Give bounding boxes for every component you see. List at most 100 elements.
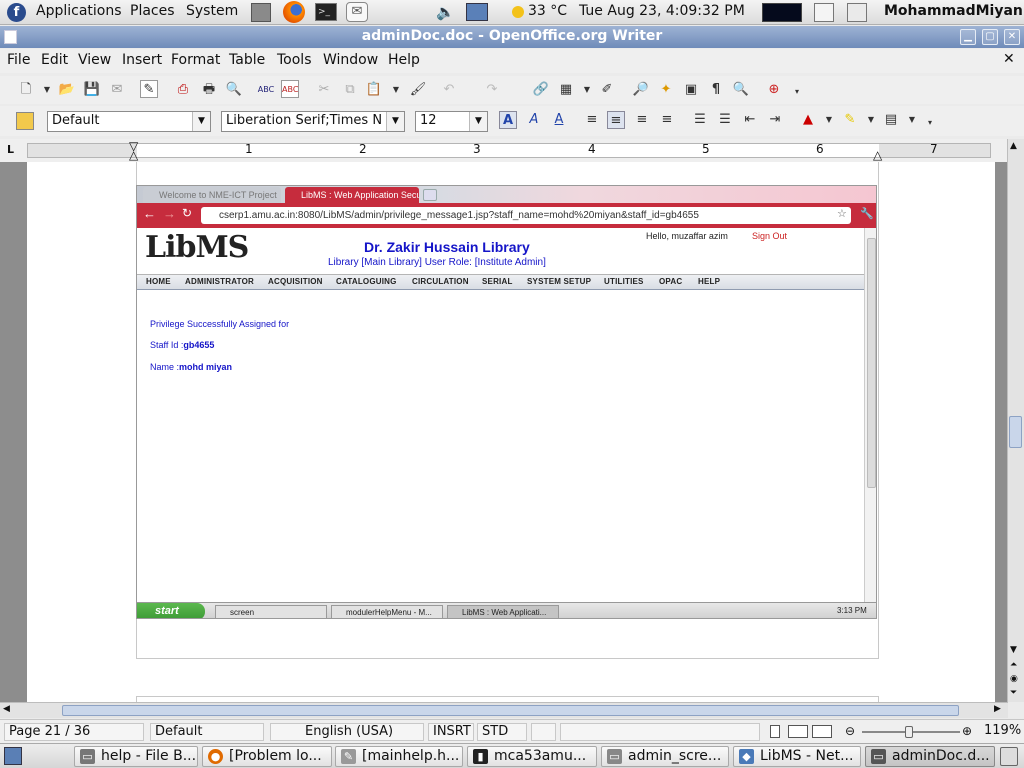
table-dropdown-icon[interactable]: ▼ [578, 81, 596, 99]
export-pdf-icon[interactable]: ⎙ [174, 81, 192, 99]
align-right-icon[interactable]: ≡ [633, 111, 651, 129]
window-title-bar[interactable]: adminDoc.doc - OpenOffice.org Writer ▁ ▢… [0, 26, 1024, 48]
justify-icon[interactable]: ≡ [658, 111, 676, 129]
scroll-thumb[interactable] [62, 705, 959, 716]
bold-icon[interactable]: A [499, 111, 517, 129]
menu-tools[interactable]: Tools [277, 52, 312, 68]
evolution-launcher-icon[interactable]: ✉ [346, 2, 368, 22]
bullets-icon[interactable]: ☰ [716, 111, 734, 129]
underline-icon[interactable]: A [550, 111, 568, 129]
undo-icon[interactable]: ↶ [440, 81, 458, 99]
paste-dropdown-icon[interactable]: ▼ [387, 81, 405, 99]
zoom-icon[interactable]: 🔍 [732, 81, 750, 99]
menu-table[interactable]: Table [229, 52, 265, 68]
reload-icon[interactable]: ↻ [182, 206, 192, 220]
selection-mode-indicator[interactable]: STD [477, 723, 527, 741]
page-indicator[interactable]: Page 21 / 36 [4, 723, 144, 741]
document-modified-indicator[interactable] [531, 723, 556, 741]
maximize-icon[interactable]: ▢ [982, 29, 998, 45]
page-style-indicator[interactable]: Default [150, 723, 264, 741]
increase-indent-icon[interactable]: ⇥ [766, 111, 784, 129]
nav-serial[interactable]: SERIAL [482, 277, 513, 286]
xp-start-button[interactable]: start [137, 603, 205, 618]
sign-out-link[interactable]: Sign Out [752, 231, 787, 241]
horizontal-scrollbar[interactable]: ◀ ▶ [0, 702, 1008, 718]
panel-username[interactable]: MohammadMiyan [884, 3, 1023, 19]
copy-icon[interactable]: ⧉ [341, 81, 359, 99]
insert-mode-indicator[interactable]: INSRT [428, 723, 474, 741]
align-center-icon[interactable]: ≡ [607, 111, 625, 129]
nav-utilities[interactable]: UTILITIES [604, 277, 644, 286]
trash-icon[interactable] [1000, 747, 1018, 766]
menu-insert[interactable]: Insert [122, 52, 162, 68]
panel-menu-system[interactable]: System [186, 3, 238, 19]
navigator-icon[interactable]: ✦ [657, 81, 675, 99]
network-icon[interactable] [466, 3, 488, 21]
toolbar-overflow-icon[interactable]: ▾ [788, 83, 806, 101]
menu-format[interactable]: Format [171, 52, 220, 68]
menu-help[interactable]: Help [388, 52, 420, 68]
bookmark-star-icon[interactable]: ☆ [837, 207, 847, 220]
decrease-indent-icon[interactable]: ⇤ [741, 111, 759, 129]
gallery-icon[interactable]: ▣ [682, 81, 700, 99]
book-view-icon[interactable] [812, 725, 832, 738]
nav-acquisition[interactable]: ACQUISITION [268, 277, 323, 286]
single-page-view-icon[interactable] [770, 725, 780, 738]
weather-temperature[interactable]: 33 °C [528, 3, 567, 19]
firefox-launcher-icon[interactable] [283, 1, 305, 23]
menu-window[interactable]: Window [323, 52, 378, 68]
navigation-icon[interactable]: ◉ [1010, 674, 1018, 684]
new-dropdown-icon[interactable]: ▼ [38, 81, 56, 99]
horizontal-ruler[interactable]: L ▽ △ △ 1 2 3 4 5 6 7 [0, 139, 1024, 162]
taskbar-item[interactable]: ▭ help - File B... [74, 746, 198, 767]
xp-task-item[interactable]: screen [215, 605, 327, 618]
volume-icon[interactable]: 🔈 [436, 3, 455, 21]
back-icon[interactable]: ← [143, 206, 156, 221]
taskbar-item-active[interactable]: ▭ adminDoc.d... [865, 746, 995, 767]
terminal-launcher-icon[interactable]: >_ [315, 3, 337, 21]
taskbar-item[interactable]: ✎ [mainhelp.h... [335, 746, 463, 767]
font-name-select[interactable]: Liberation Serif;Times N ▼ [221, 111, 405, 132]
nav-administrator[interactable]: ADMINISTRATOR [185, 277, 254, 286]
previous-page-icon[interactable]: ⏶ [1010, 660, 1017, 670]
print-icon[interactable]: 🖶 [200, 81, 218, 99]
nav-cataloguing[interactable]: CATALOGUING [336, 277, 397, 286]
removable-media-icon[interactable] [814, 3, 834, 22]
nonprinting-characters-icon[interactable]: ¶ [707, 81, 725, 99]
help-icon[interactable]: ⊕ [765, 81, 783, 99]
highlight-icon[interactable]: ✎ [841, 111, 859, 129]
multi-page-view-icon[interactable] [788, 725, 808, 738]
format-paintbrush-icon[interactable]: 🖌 [409, 81, 427, 99]
panel-menu-applications[interactable]: Applications [36, 3, 122, 19]
redo-icon[interactable]: ↷ [483, 81, 501, 99]
font-color-icon[interactable]: ▲ [799, 111, 817, 129]
autospellcheck-icon[interactable]: ABC [281, 80, 299, 98]
url-field[interactable]: cserp1.amu.ac.in:8080/LibMS/admin/privil… [201, 207, 851, 224]
browser-tab[interactable]: Welcome to NME-ICT Project [143, 187, 281, 203]
update-notifier-icon[interactable] [847, 3, 867, 22]
nav-home[interactable]: HOME [146, 277, 171, 286]
zoom-out-icon[interactable]: ⊖ [845, 724, 855, 738]
xp-task-item-active[interactable]: LibMS : Web Applicati... [447, 605, 559, 618]
edit-mode-icon[interactable]: ✎ [140, 80, 158, 98]
chevron-down-icon[interactable]: ▼ [469, 112, 487, 131]
xp-tray-clock[interactable]: 3:13 PM [837, 606, 867, 615]
chevron-down-icon[interactable]: ▼ [386, 112, 404, 131]
close-icon[interactable]: ✕ [1004, 29, 1020, 45]
new-tab-button[interactable] [423, 189, 437, 201]
find-replace-icon[interactable]: 🔎 [632, 81, 650, 99]
document-page[interactable]: Welcome to NME-ICT Project LibMS : Web A… [27, 162, 995, 702]
save-icon[interactable]: 💾 [83, 81, 101, 99]
xp-task-item[interactable]: modulerHelpMenu - M... [331, 605, 443, 618]
embedded-screenshot[interactable]: Welcome to NME-ICT Project LibMS : Web A… [136, 185, 877, 619]
forward-icon[interactable]: → [163, 206, 176, 221]
menu-edit[interactable]: Edit [41, 52, 68, 68]
print-preview-icon[interactable]: 🔍 [225, 81, 243, 99]
scroll-right-icon[interactable]: ▶ [994, 704, 1001, 714]
scroll-down-icon[interactable]: ▼ [1010, 645, 1017, 655]
numbering-icon[interactable]: ☰ [691, 111, 709, 129]
open-icon[interactable]: 📂 [58, 81, 76, 99]
menu-file[interactable]: File [7, 52, 30, 68]
next-page-icon[interactable]: ⏷ [1010, 688, 1017, 698]
indent-marker[interactable]: △ [129, 149, 138, 161]
